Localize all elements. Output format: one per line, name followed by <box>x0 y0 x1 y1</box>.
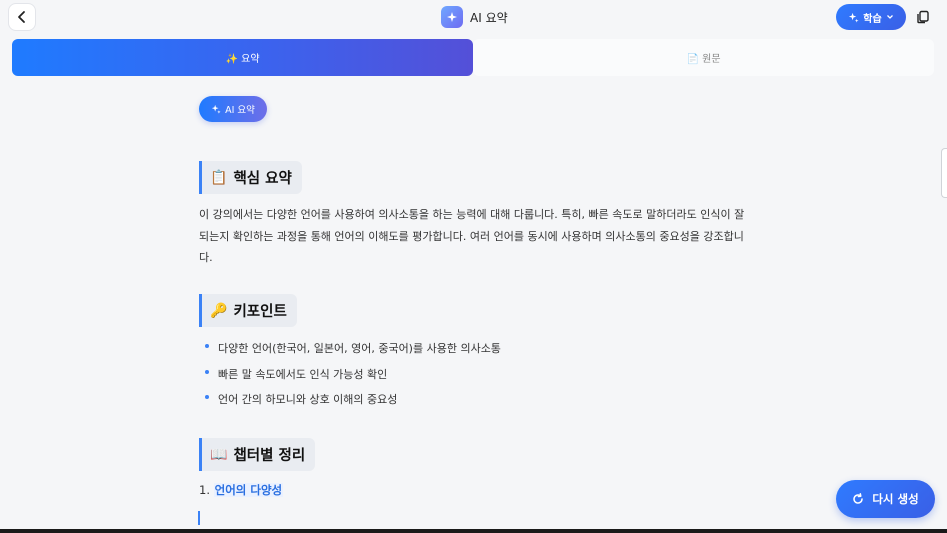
side-scroll-handle[interactable] <box>941 148 947 198</box>
ai-badge-label: AI 요약 <box>225 105 255 116</box>
learn-label: 학습 <box>863 13 882 25</box>
tab-original-label: 📄 원문 <box>686 54 721 65</box>
text-caret <box>198 511 200 525</box>
book-icon: 📖 <box>210 446 228 463</box>
copy-icon <box>917 10 929 24</box>
sparkle-icon <box>211 104 221 114</box>
learn-dropdown-button[interactable]: 학습 <box>836 4 906 30</box>
section-heading-chapters: 📖 챕터별 정리 <box>199 438 316 471</box>
key-icon: 🔑 <box>210 302 228 319</box>
tab-summary[interactable]: ✨ 요약 <box>12 39 473 76</box>
view-tabs: ✨ 요약 📄 원문 <box>12 39 934 76</box>
section-title: 핵심 요약 <box>233 171 292 187</box>
page-title: AI 요약 <box>470 10 508 25</box>
sparkle-app-icon <box>441 6 463 28</box>
chevron-down-icon <box>886 15 893 19</box>
tab-original[interactable]: 📄 원문 <box>473 39 934 76</box>
chapter-link[interactable]: 언어의 다양성 <box>213 483 284 497</box>
list-item: 빠른 말 속도에서도 인식 가능성 확인 <box>204 362 501 388</box>
list-item: 언어 간의 하모니와 상호 이해의 중요성 <box>204 387 501 413</box>
regenerate-label: 다시 생성 <box>872 492 919 506</box>
chevron-left-icon <box>18 11 25 23</box>
section-heading-keypoints: 🔑 키포인트 <box>199 294 297 327</box>
tab-summary-label: ✨ 요약 <box>225 54 260 65</box>
top-bar: AI 요약 학습 <box>0 0 947 36</box>
section-heading-summary: 📋 핵심 요약 <box>199 161 302 194</box>
sparkle-icon <box>849 12 859 23</box>
bottom-edge <box>0 529 947 533</box>
chapter-item: 1. 언어의 다양성 <box>199 482 284 498</box>
ai-summary-badge: AI 요약 <box>199 96 267 122</box>
section-title: 챕터별 정리 <box>233 448 306 464</box>
back-button[interactable] <box>8 3 36 31</box>
title-group: AI 요약 <box>441 6 508 28</box>
list-item: 다양한 언어(한국어, 일본어, 영어, 중국어)를 사용한 의사소통 <box>204 336 501 362</box>
keypoint-list: 다양한 언어(한국어, 일본어, 영어, 중국어)를 사용한 의사소통 빠른 말… <box>204 336 501 413</box>
regenerate-button[interactable]: 다시 생성 <box>836 480 935 518</box>
section-title: 키포인트 <box>233 304 287 320</box>
summary-paragraph: 이 강의에서는 다양한 언어를 사용하여 의사소통을 하는 능력에 대해 다룹니… <box>199 208 745 264</box>
copy-button[interactable] <box>911 4 935 30</box>
refresh-icon <box>853 493 864 504</box>
chapter-number: 1. <box>199 483 210 497</box>
clipboard-icon: 📋 <box>210 169 228 186</box>
